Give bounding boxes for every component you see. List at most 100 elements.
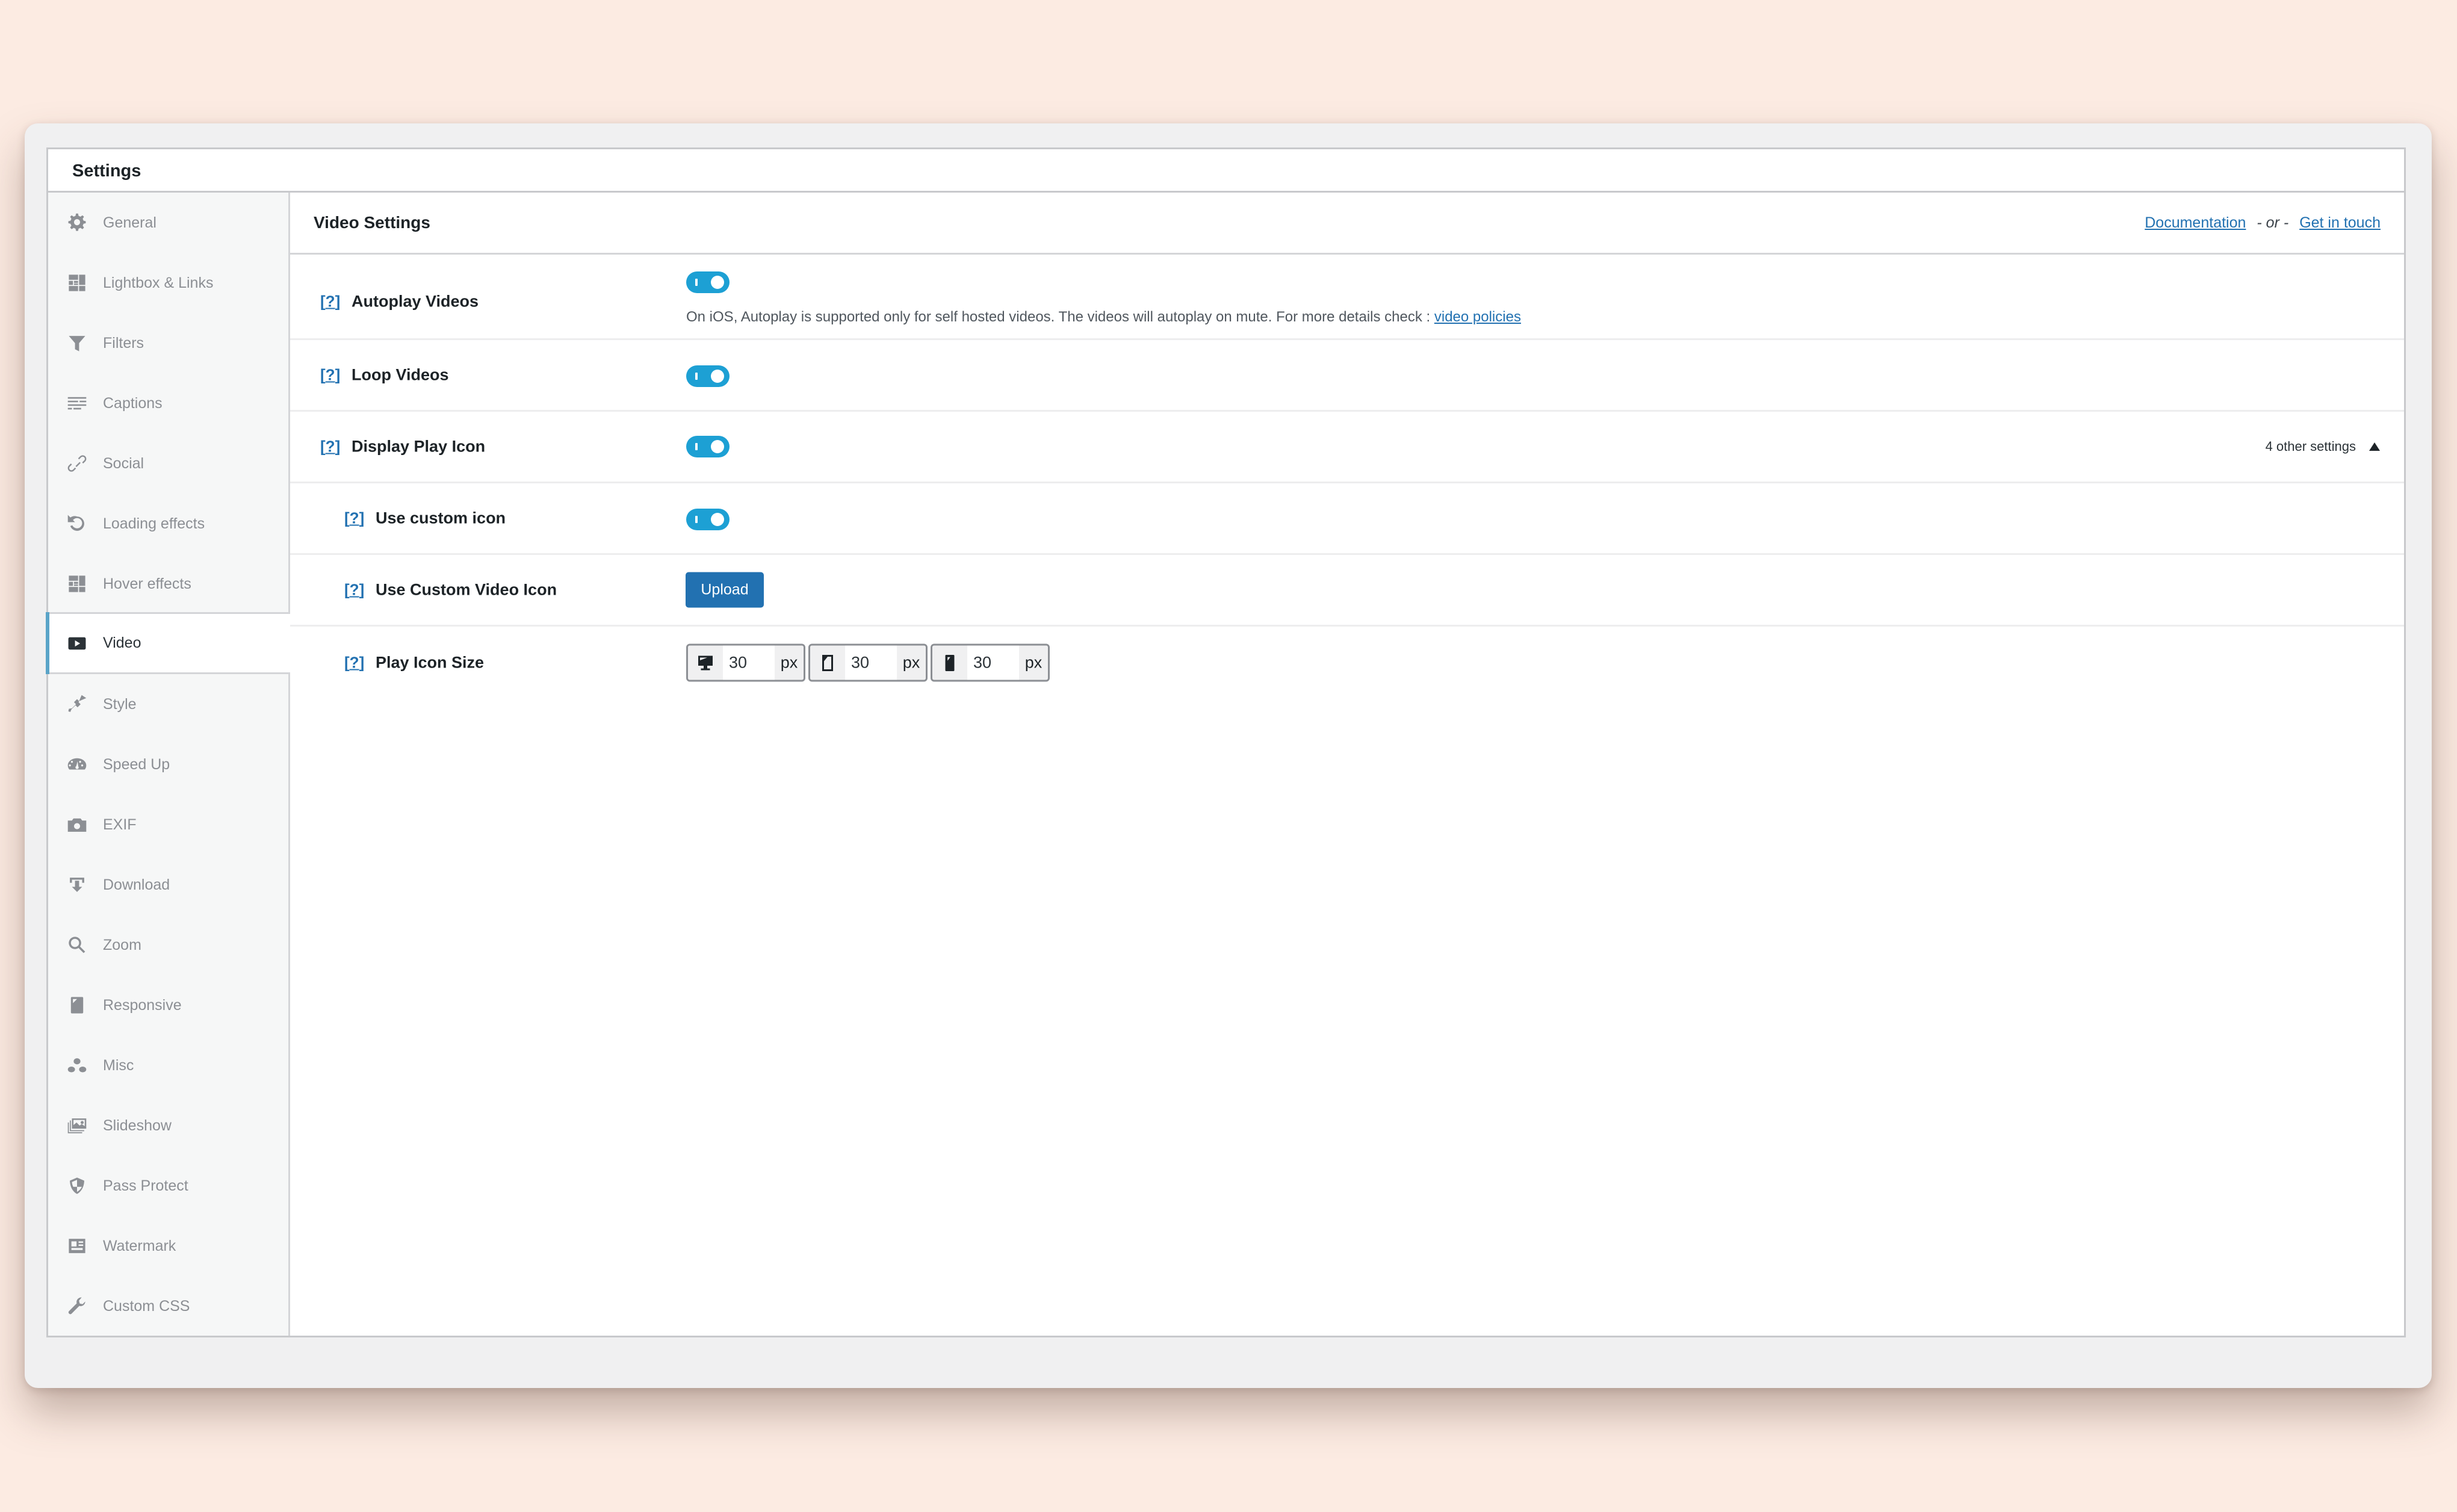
sidebar-item-social[interactable]: Social: [48, 433, 290, 494]
get-in-touch-link[interactable]: Get in touch: [2299, 214, 2381, 232]
help-link[interactable]: [Loop Videos?]: [320, 438, 340, 456]
documentation-link[interactable]: Documentation: [2145, 214, 2246, 232]
setting-row-display-play-icon: [Loop Videos?] Display Play Icon 4 other…: [290, 412, 2404, 483]
toggle-knob: [711, 370, 724, 383]
sidebar-item-label: General: [103, 214, 156, 231]
sidebar-item-download[interactable]: Download: [48, 855, 290, 915]
sidebar-item-label: Lightbox & Links: [103, 274, 214, 291]
download-icon: [66, 874, 88, 896]
toggle-knob: [711, 440, 724, 453]
tablet-size-group: px: [808, 643, 928, 682]
camera-icon: [66, 814, 88, 835]
setting-row-custom-video-icon: [?] Use Custom Video Icon Upload: [290, 555, 2404, 627]
sidebar-item-general[interactable]: General: [48, 193, 290, 253]
sidebar-item-label: Speed Up: [103, 755, 170, 773]
sidebar-item-filters[interactable]: Filters: [48, 313, 290, 373]
setting-row-autoplay: [?] Autoplay Videos On iOS, Autoplay is …: [290, 255, 2404, 340]
mobile-size-group: px: [931, 643, 1050, 682]
tablet-size-input[interactable]: [845, 645, 897, 680]
sidebar-item-label: Loading effects: [103, 515, 205, 532]
sidebar-item-label: Custom CSS: [103, 1297, 190, 1315]
smartphone-icon: [932, 645, 967, 680]
settings-panel: Settings General Lightbox & Links Filter…: [46, 147, 2406, 1337]
link-separator: - or -: [2257, 214, 2289, 231]
unit-label: px: [775, 645, 804, 680]
desktop-size-input[interactable]: [723, 645, 775, 680]
grid-layout-icon: [66, 272, 88, 294]
setting-label: Use custom icon: [376, 509, 506, 527]
sidebar-item-lightbox-links[interactable]: Lightbox & Links: [48, 253, 290, 313]
sidebar-item-exif[interactable]: EXIF: [48, 795, 290, 855]
toggle-on-mark: [695, 516, 698, 523]
help-link[interactable]: [?]: [344, 654, 364, 672]
other-settings-label: 4 other settings: [2265, 439, 2356, 454]
sidebar-item-label: Slideshow: [103, 1117, 172, 1134]
sidebar-item-label: Captions: [103, 394, 163, 412]
help-link[interactable]: [?]: [320, 366, 340, 385]
toggle-knob: [711, 513, 724, 526]
sidebar-item-watermark[interactable]: Watermark: [48, 1216, 290, 1276]
desktop-size-group: px: [686, 643, 805, 682]
video-policies-link[interactable]: video policies: [1434, 309, 1521, 325]
help-links: Documentation - or - Get in touch: [2145, 214, 2381, 232]
sidebar-item-label: Misc: [103, 1056, 134, 1074]
sidebar-item-label: Hover effects: [103, 575, 191, 592]
sidebar-item-label: Zoom: [103, 936, 141, 953]
sidebar-item-label: Video: [103, 634, 141, 651]
caret-up-icon: [2369, 442, 2380, 451]
sidebar-item-video[interactable]: Video: [46, 612, 292, 674]
play-icon-size-inputs: px px px: [686, 643, 1050, 682]
section-title: Video Settings: [314, 213, 430, 232]
sidebar-item-captions[interactable]: Captions: [48, 373, 290, 433]
sidebar-item-label: Responsive: [103, 996, 182, 1014]
desktop-icon: [688, 645, 723, 680]
sidebar-item-label: Pass Protect: [103, 1177, 188, 1194]
setting-label: Play Icon Size: [376, 653, 485, 672]
setting-row-play-icon-size: [?] Play Icon Size px px px: [290, 627, 2404, 699]
sidebar-item-label: Social: [103, 454, 144, 472]
paintbrush-icon: [66, 693, 88, 715]
settings-sidebar: General Lightbox & Links Filters Caption…: [46, 193, 292, 1336]
toggle-on-mark: [695, 373, 698, 380]
shield-icon: [66, 1175, 88, 1197]
id-card-icon: [66, 1235, 88, 1257]
sidebar-item-loading-effects[interactable]: Loading effects: [48, 494, 290, 554]
sidebar-item-label: Style: [103, 695, 137, 713]
use-custom-icon-toggle[interactable]: [686, 509, 730, 530]
sidebar-item-label: Filters: [103, 334, 144, 352]
wrench-icon: [66, 1295, 88, 1317]
sidebar-item-slideshow[interactable]: Slideshow: [48, 1095, 290, 1156]
toggle-on-mark: [695, 279, 698, 286]
sidebar-item-speed-up[interactable]: Speed Up: [48, 734, 290, 795]
sidebar-item-custom-css[interactable]: Custom CSS: [48, 1276, 290, 1336]
help-link[interactable]: [?]: [344, 581, 364, 600]
autoplay-description: On iOS, Autoplay is supported only for s…: [686, 309, 1521, 326]
undo-icon: [66, 513, 88, 534]
help-link[interactable]: [?]: [320, 293, 340, 311]
upload-button[interactable]: Upload: [686, 572, 764, 608]
loop-toggle[interactable]: [686, 365, 730, 387]
tablet-icon: [66, 994, 88, 1016]
filter-icon: [66, 332, 88, 354]
sidebar-item-misc[interactable]: Misc: [48, 1035, 290, 1095]
display-play-icon-toggle[interactable]: [686, 436, 730, 457]
mobile-size-input[interactable]: [967, 645, 1019, 680]
other-settings-toggle[interactable]: 4 other settings: [2266, 439, 2380, 454]
description-text: On iOS, Autoplay is supported only for s…: [686, 309, 1434, 325]
section-header: Video Settings Documentation - or - Get …: [290, 193, 2404, 255]
sidebar-item-hover-effects[interactable]: Hover effects: [48, 554, 290, 614]
sidebar-item-zoom[interactable]: Zoom: [48, 915, 290, 975]
autoplay-toggle[interactable]: [686, 271, 730, 293]
groups-icon: [66, 1055, 88, 1076]
toggle-knob: [711, 276, 724, 289]
panel-header: Settings: [48, 149, 2404, 193]
sidebar-item-label: Download: [103, 876, 170, 893]
video-play-icon: [66, 633, 88, 654]
grid-layout-icon: [66, 573, 88, 595]
sidebar-item-style[interactable]: Style: [48, 674, 290, 734]
link-icon: [66, 453, 88, 474]
help-link[interactable]: [?]: [344, 509, 364, 528]
sidebar-item-responsive[interactable]: Responsive: [48, 975, 290, 1035]
sidebar-item-label: EXIF: [103, 816, 137, 833]
sidebar-item-pass-protect[interactable]: Pass Protect: [48, 1156, 290, 1216]
